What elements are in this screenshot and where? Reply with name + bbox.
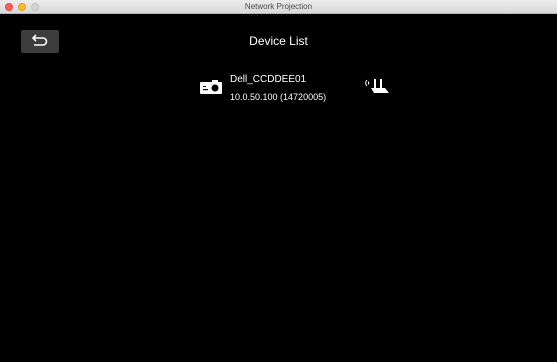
page-title: Device List (249, 34, 308, 48)
window-titlebar: Network Projection (0, 0, 557, 14)
app-window: Network Projection Device List Dell_CCDD… (0, 0, 557, 362)
projector-icon (200, 80, 222, 94)
device-list-item[interactable]: Dell_CCDDEE01 10.0.50.100 (14720005) (200, 70, 400, 106)
device-name: Dell_CCDDEE01 (230, 74, 307, 85)
window-title: Network Projection (244, 2, 313, 11)
wireless-router-icon (365, 79, 389, 93)
device-address: 10.0.50.100 (14720005) (230, 92, 327, 102)
